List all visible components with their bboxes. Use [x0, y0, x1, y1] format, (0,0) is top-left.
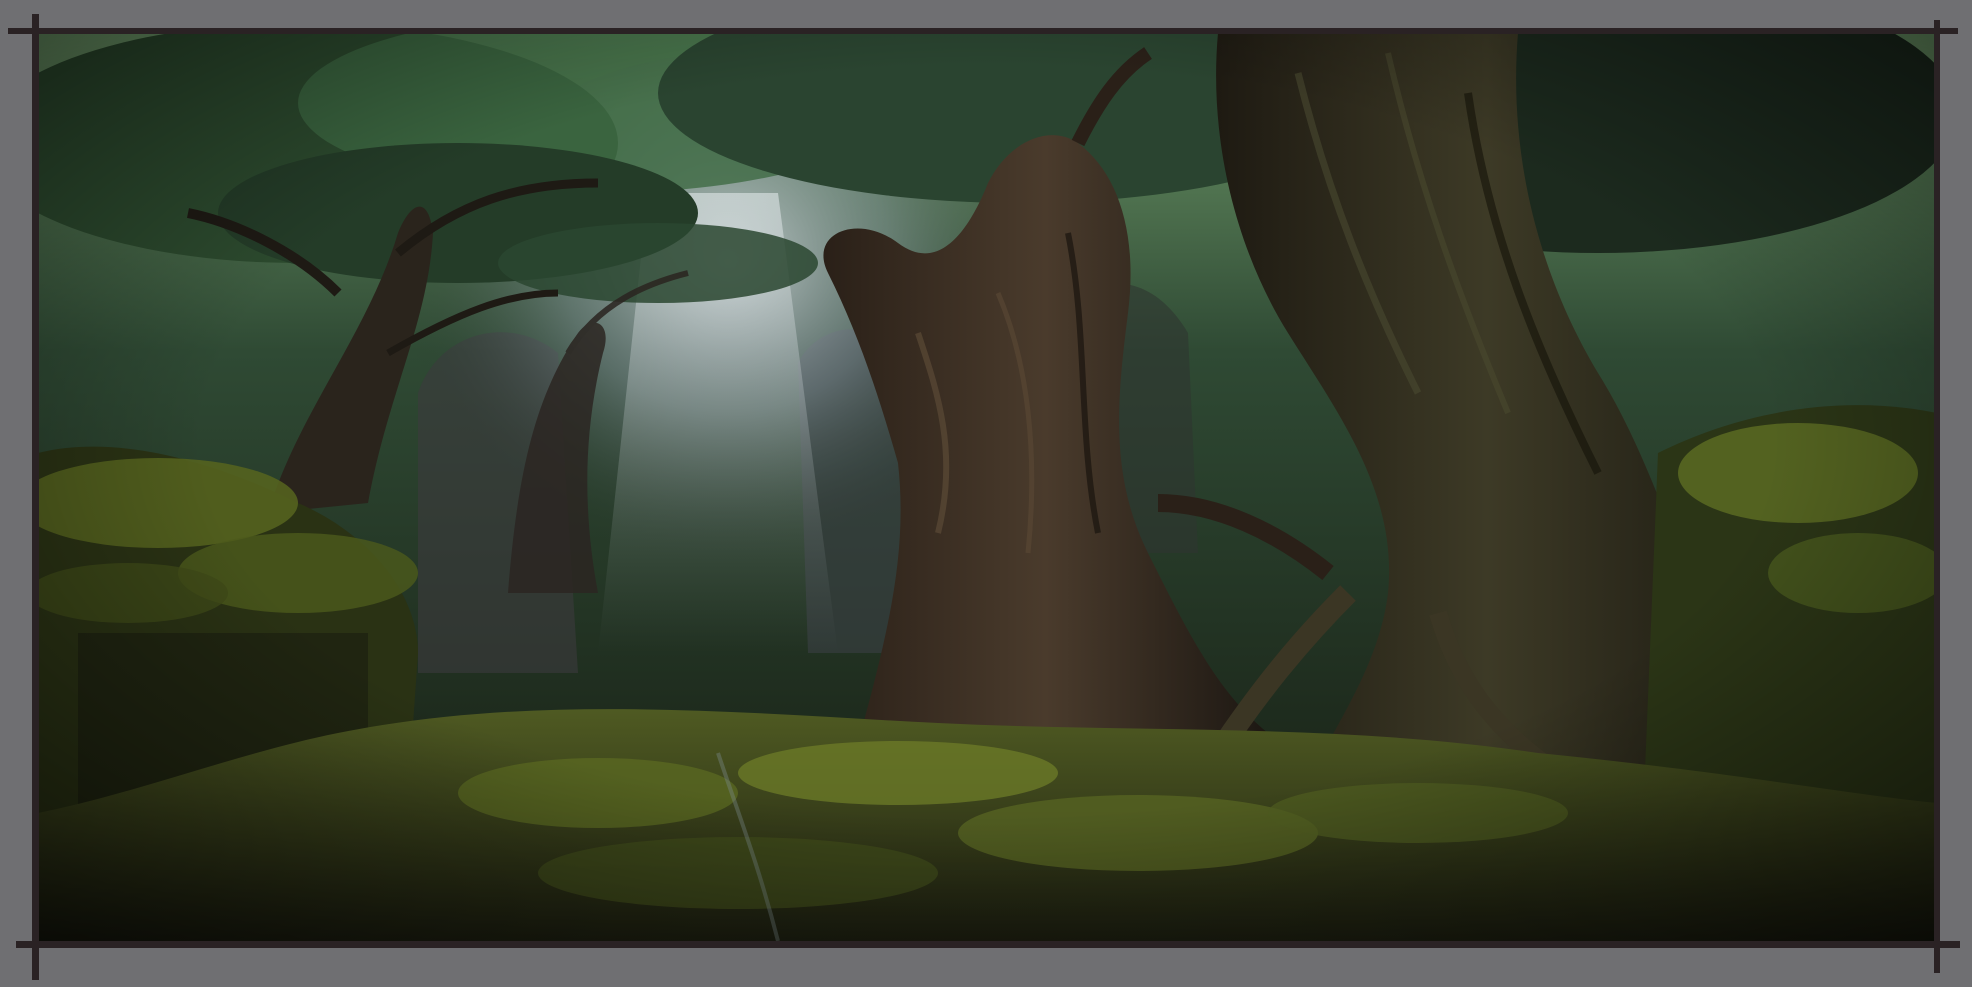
vignette [38, 33, 1937, 941]
frame-right-line [1934, 20, 1940, 973]
painting-canvas [38, 33, 1937, 941]
frame-left-line [32, 14, 39, 980]
forest-painting [38, 33, 1937, 941]
viewer-stage [0, 0, 1972, 987]
frame-top-line [8, 28, 1958, 34]
frame-bottom-line [16, 941, 1960, 948]
